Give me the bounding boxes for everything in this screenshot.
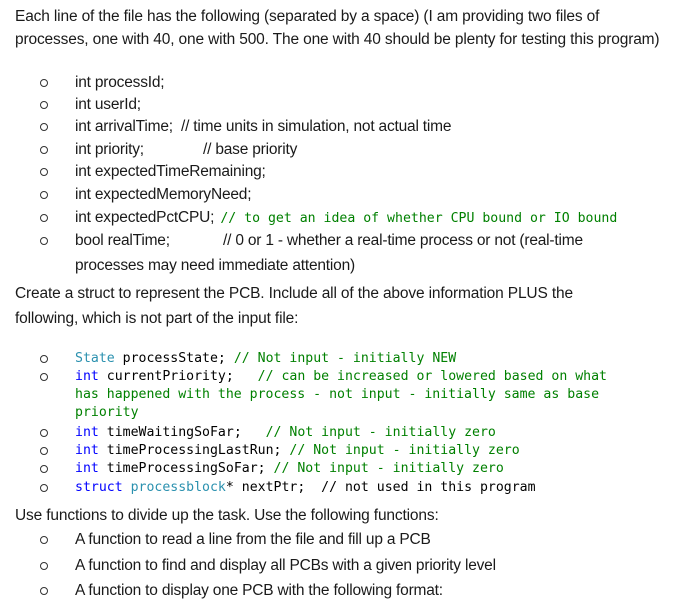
hollow-bullet-icon	[40, 168, 48, 176]
code-list-item: struct processblock* nextPtr; // not use…	[40, 479, 676, 497]
comment-token: // Not input - initially NEW	[233, 351, 457, 366]
hollow-bullet-icon	[40, 146, 48, 154]
comment-token: // Not input - initially zero	[289, 443, 520, 458]
keyword-token: struct	[75, 480, 123, 495]
hollow-bullet-icon	[40, 447, 48, 455]
keyword-token: int	[75, 369, 99, 384]
field-decl: int processId;	[75, 74, 165, 91]
keyword-token: int	[75, 443, 99, 458]
hollow-bullet-icon	[40, 123, 48, 131]
hollow-bullet-icon	[40, 237, 48, 245]
list-item: int userId;	[40, 94, 676, 116]
hollow-bullet-icon	[40, 562, 48, 570]
field-comment: // base priority	[203, 141, 298, 158]
field-decl: int expectedPctCPU;	[75, 209, 215, 226]
hollow-bullet-icon	[40, 191, 48, 199]
list-item: int expectedTimeRemaining;	[40, 161, 676, 183]
identifier-token: timeWaitingSoFar;	[106, 425, 242, 440]
field-decl: int priority;	[75, 141, 144, 158]
code-list-item: int currentPriority; // can be increased…	[40, 368, 676, 386]
hollow-bullet-icon	[40, 587, 48, 595]
hollow-bullet-icon	[40, 373, 48, 381]
struct-paragraph-line: Create a struct to represent the PCB. In…	[15, 285, 573, 302]
comment-token: // can be increased or lowered based on …	[257, 369, 607, 384]
list-item: bool realTime; // 0 or 1 - whether a rea…	[40, 230, 676, 252]
comment-token: // Not input - initially zero	[273, 461, 504, 476]
hollow-bullet-icon	[40, 429, 48, 437]
intro-paragraph: Each line of the file has the following …	[15, 8, 660, 48]
identifier-token: timeProcessingLastRun;	[106, 443, 282, 458]
keyword-token: int	[75, 425, 99, 440]
comment-continuation: priority	[75, 405, 139, 420]
keyword-token: int	[75, 461, 99, 476]
hollow-bullet-icon	[40, 101, 48, 109]
code-list-item: int timeProcessingSoFar; // Not input - …	[40, 460, 676, 478]
function-description: A function to display one PCB with the f…	[75, 582, 443, 599]
field-comment-continuation: processes may need immediate attention)	[75, 257, 355, 274]
functions-paragraph: Use functions to divide up the task. Use…	[15, 507, 439, 524]
identifier-token: currentPriority;	[106, 369, 234, 384]
identifier-token: timeProcessingSoFar;	[106, 461, 266, 476]
hollow-bullet-icon	[40, 214, 48, 222]
struct-paragraph: Create a struct to represent the PCB. In…	[15, 281, 675, 331]
list-item: A function to display one PCB with the f…	[40, 580, 676, 602]
code-list-item: int timeWaitingSoFar; // Not input - ini…	[40, 424, 676, 442]
hollow-bullet-icon	[40, 484, 48, 492]
list-item: int expectedMemoryNeed;	[40, 184, 676, 206]
type-token: State	[75, 351, 115, 366]
type-token: processblock	[130, 480, 226, 495]
list-item: int priority; // base priority	[40, 139, 676, 161]
list-item: int processId;	[40, 72, 676, 94]
list-item: A function to read a line from the file …	[40, 529, 676, 551]
comment-token: // not used in this program	[321, 480, 536, 495]
comment-continuation: has happened with the process - not inpu…	[75, 387, 600, 402]
field-decl: bool realTime;	[75, 232, 170, 249]
field-comment: // to get an idea of whether CPU bound o…	[220, 211, 618, 226]
hollow-bullet-icon	[40, 465, 48, 473]
hollow-bullet-icon	[40, 355, 48, 363]
function-description: A function to read a line from the file …	[75, 531, 431, 548]
list-item: int expectedPctCPU; // to get an idea of…	[40, 207, 676, 229]
list-item: A function to find and display all PCBs …	[40, 555, 676, 577]
field-decl: int expectedTimeRemaining;	[75, 163, 266, 180]
field-decl: int userId;	[75, 96, 141, 113]
hollow-bullet-icon	[40, 536, 48, 544]
code-list-item: int timeProcessingLastRun; // Not input …	[40, 442, 676, 460]
identifier-token: * nextPtr;	[225, 480, 306, 495]
field-comment: // 0 or 1 - whether a real-time process …	[223, 232, 583, 249]
field-decl: int expectedMemoryNeed;	[75, 186, 252, 203]
identifier-token: processState;	[122, 351, 226, 366]
field-comment: // time units in simulation, not actual …	[180, 118, 452, 135]
struct-paragraph-line: following, which is not part of the inpu…	[15, 310, 299, 327]
list-item: int arrivalTime; // time units in simula…	[40, 116, 676, 138]
function-description: A function to find and display all PCBs …	[75, 557, 496, 574]
comment-token: // Not input - initially zero	[265, 425, 496, 440]
field-decl: int arrivalTime;	[75, 118, 173, 135]
hollow-bullet-icon	[40, 79, 48, 87]
code-list-item: State processState; // Not input - initi…	[40, 350, 676, 368]
